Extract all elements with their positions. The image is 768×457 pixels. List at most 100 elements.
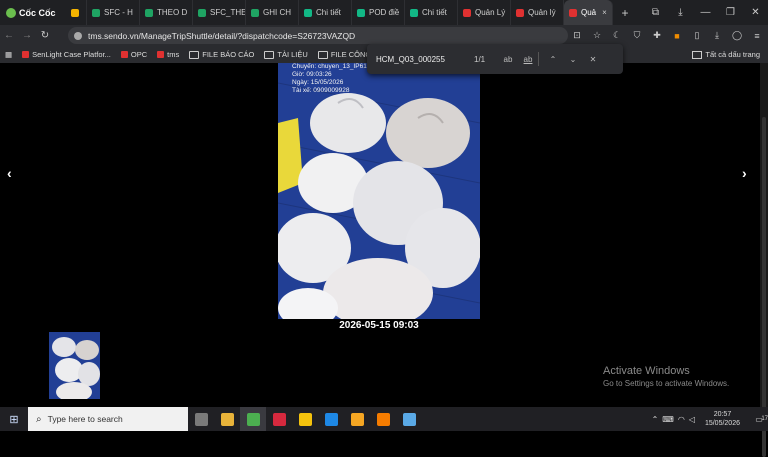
address-bar[interactable]: tms.sendo.vn/ManageTripShuttle/detail/?d… <box>68 27 568 44</box>
overlay-driver: Tài xế: 0909009928 <box>292 87 350 94</box>
overlay-date: Ngày: 15/05/2026 <box>292 79 344 86</box>
tab-7[interactable]: Quản Lý <box>458 0 511 25</box>
minimize-button[interactable]: — <box>693 7 718 18</box>
tab-favicon-icon <box>198 8 206 17</box>
file-explorer-taskbar-button[interactable] <box>214 407 240 431</box>
tab-2[interactable]: SFC_THE <box>193 0 246 25</box>
bookmark-star-icon[interactable]: ☆ <box>590 30 604 41</box>
bookmark-2[interactable]: tms <box>152 50 184 59</box>
window-controls: ⧉ ⤓ — ❐ ✕ <box>643 0 768 25</box>
notification-count: 17 <box>761 415 768 422</box>
bookmark-favicon-icon <box>22 51 30 58</box>
maximize-button[interactable]: ❐ <box>718 7 743 18</box>
tab-favicon-icon <box>410 8 418 17</box>
wps-icon <box>272 412 286 426</box>
zalo-icon <box>324 412 338 426</box>
close-window-button[interactable]: ✕ <box>743 7 768 18</box>
reload-icon[interactable]: ↻ <box>36 30 54 41</box>
tab-1[interactable]: THEO D <box>140 0 193 25</box>
extensions-icon[interactable]: ✚ <box>650 30 664 41</box>
forward-icon[interactable]: → <box>18 30 36 41</box>
folder-icon <box>317 50 328 59</box>
tab-0[interactable]: SFC - H <box>87 0 140 25</box>
tab-search-icon[interactable]: ⧉ <box>643 7 668 18</box>
tab-label: SFC - H <box>104 8 133 17</box>
wps-taskbar-button[interactable] <box>266 407 292 431</box>
browser-brand: Cốc Cốc <box>0 7 66 18</box>
tab-3[interactable]: GHI CH <box>246 0 299 25</box>
translate-icon[interactable]: ⊡ <box>570 30 584 41</box>
menu-icon[interactable]: ≡ <box>750 31 764 41</box>
find-input[interactable]: HCM_Q03_000255 <box>376 55 474 64</box>
tab-list: SFC - H THEO D SFC_THE GHI CH Chi tiết POD đi… <box>87 0 564 25</box>
taskbar-search[interactable]: ⌕ Type here to search <box>28 407 188 431</box>
tab-favicon-icon <box>569 8 577 17</box>
notification-icon[interactable]: ▭ 17 <box>750 415 768 424</box>
find-previous-button[interactable]: ⌃ <box>543 55 563 64</box>
network-icon[interactable]: ◠ <box>678 415 685 424</box>
extension-app-icon[interactable]: ■ <box>670 31 684 41</box>
taskbar-clock[interactable]: 20:57 15/05/2026 <box>705 410 740 428</box>
app-orange-taskbar-button[interactable] <box>370 407 396 431</box>
app-orange-icon <box>376 412 390 426</box>
sticky-notes-taskbar-button[interactable] <box>292 407 318 431</box>
site-info-icon[interactable] <box>74 31 82 40</box>
search-icon: ⌕ <box>36 413 42 425</box>
watermark-subtitle: Go to Settings to activate Windows. <box>603 379 730 388</box>
taskbar-apps <box>188 407 422 431</box>
match-case-button[interactable]: ab <box>498 55 518 64</box>
folder-icon <box>264 50 275 59</box>
sidebar-icon[interactable]: ▯ <box>690 30 704 41</box>
bookmark-label: SenLight Case Platfor... <box>32 50 111 59</box>
folder-icon <box>692 50 703 59</box>
bookmark-1[interactable]: OPC <box>116 50 152 59</box>
all-bookmarks[interactable]: Tất cả dấu trang <box>692 46 760 63</box>
next-image-button[interactable]: › <box>742 165 747 181</box>
windows-start-icon[interactable]: ⊞ <box>0 413 28 426</box>
tab-4[interactable]: Chi tiết <box>299 0 352 25</box>
tab-label: Quản lý <box>528 8 556 17</box>
thumbnail-image <box>49 332 100 399</box>
download-icon[interactable]: ⤓ <box>710 30 724 41</box>
chrome-taskbar-button[interactable] <box>344 407 370 431</box>
profile-icon[interactable]: ◯ <box>730 30 744 41</box>
tab-6[interactable]: Chi tiết <box>405 0 458 25</box>
page-scrollbar[interactable] <box>760 63 768 457</box>
new-tab-button[interactable]: + <box>613 6 637 20</box>
tray-chevron-icon[interactable]: ⌃ <box>652 415 659 424</box>
volume-icon[interactable]: ◁ <box>689 415 695 424</box>
bookmark-0[interactable]: SenLight Case Platfor... <box>17 50 116 59</box>
photo-metadata-overlay: Chuyến: chuyen_13_IP61 Giờ: 09:03:26 Ngà… <box>292 63 367 95</box>
bookmark-list: SenLight Case Platfor... OPC tms FILE BÁO C… <box>17 50 396 59</box>
google-drive-icon <box>71 8 79 17</box>
zalo-taskbar-button[interactable] <box>318 407 344 431</box>
apps-grid-icon[interactable]: ▦ <box>0 50 17 59</box>
tab-label: Chi tiết <box>316 8 341 17</box>
task-view-taskbar-button[interactable] <box>188 407 214 431</box>
tab-favicon-icon <box>251 8 259 17</box>
downloads-icon[interactable]: ⤓ <box>668 7 693 18</box>
app-blue-taskbar-button[interactable] <box>396 407 422 431</box>
bookmark-3[interactable]: FILE BÁO CÁO <box>184 50 259 59</box>
bookmark-4[interactable]: TÀI LIỆU <box>259 50 312 59</box>
shield-icon[interactable]: ⛉ <box>630 30 644 41</box>
keyboard-icon[interactable]: ⌨ <box>662 415 674 424</box>
whole-word-button[interactable]: ab <box>518 55 538 64</box>
scrollbar-thumb[interactable] <box>762 117 766 457</box>
tab-8[interactable]: Quản lý <box>511 0 564 25</box>
thumbnail-item[interactable] <box>49 332 100 399</box>
dark-mode-icon[interactable]: ☾ <box>610 30 624 41</box>
coccoc-logo-icon <box>6 7 16 18</box>
tab-drive[interactable] <box>66 0 87 25</box>
tab-active[interactable]: Quả × <box>564 0 613 25</box>
tab-close-icon[interactable]: × <box>602 8 607 17</box>
back-icon[interactable]: ← <box>0 30 18 41</box>
find-next-button[interactable]: ⌄ <box>563 55 583 64</box>
coccoc-taskbar-button[interactable] <box>240 407 266 431</box>
photo-caption: 2026-05-15 09:03 <box>339 320 419 331</box>
previous-image-button[interactable]: ‹ <box>7 165 12 181</box>
folder-icon <box>189 50 200 59</box>
tab-5[interactable]: POD điề <box>352 0 405 25</box>
main-photo: Chuyến: chuyen_13_IP61 Giờ: 09:03:26 Ngà… <box>278 63 480 319</box>
find-close-button[interactable]: ✕ <box>583 55 603 64</box>
